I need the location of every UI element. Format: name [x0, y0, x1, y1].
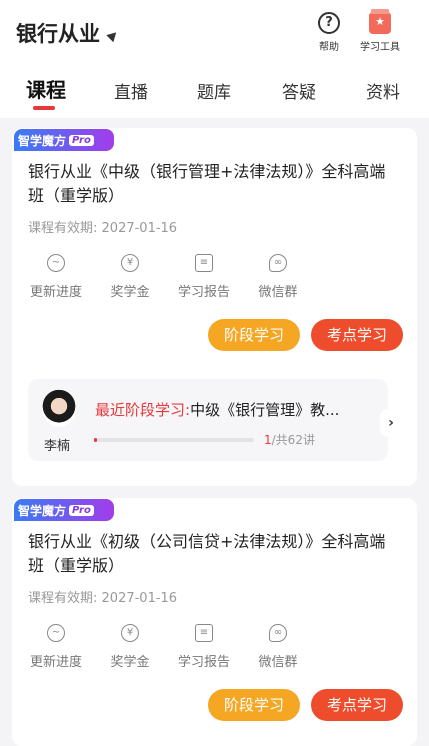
tab-question-bank[interactable]: 题库 — [197, 78, 231, 103]
zhixue-pro-badge: 智学魔方 Pro — [14, 129, 114, 151]
active-tab-indicator — [33, 106, 55, 110]
yen-icon: ¥ — [121, 254, 139, 272]
pro-tag: Pro — [69, 134, 94, 146]
validity-label: 课程有效期: — [28, 591, 98, 606]
wechat-icon: ∞ — [269, 624, 287, 642]
top-bar: 银行从业 ? 帮助 ★ 学习工具 — [0, 0, 429, 66]
teacher-name: 李楠 — [44, 439, 71, 454]
validity-date: 2027-01-16 — [101, 591, 178, 606]
action-label: 微信群 — [258, 285, 298, 300]
study-tools-button[interactable]: ★ 学习工具 — [360, 9, 400, 53]
tab-qa[interactable]: 答疑 — [282, 78, 316, 103]
course-validity: 课程有效期: 2027-01-16 — [28, 587, 177, 606]
study-report-button[interactable]: ≡ 学习报告 — [174, 254, 234, 300]
recent-prefix: 最近阶段学习: — [95, 401, 191, 419]
exam-point-study-button[interactable]: 考点学习 — [311, 319, 403, 351]
action-label: 更新进度 — [29, 285, 82, 300]
teacher-avatar — [42, 389, 76, 427]
update-progress-button[interactable]: ~ 更新进度 — [26, 254, 86, 300]
recent-study-panel[interactable]: 李楠 最近阶段学习:中级《银行管理》教... 1/共62讲 — [28, 379, 388, 461]
tab-bar: 课程 直播 题库 答疑 资料 — [0, 66, 429, 118]
chevron-right-icon[interactable]: › — [380, 409, 402, 437]
action-label: 奖学金 — [110, 655, 150, 670]
star-glyph: ★ — [375, 15, 385, 28]
tab-live[interactable]: 直播 — [114, 78, 148, 103]
progress-total: /共62讲 — [271, 433, 315, 447]
scholarship-button[interactable]: ¥ 奖学金 — [100, 254, 160, 300]
toolbox-icon: ★ — [369, 9, 391, 34]
wechat-group-button[interactable]: ∞ 微信群 — [248, 624, 308, 670]
action-label: 微信群 — [258, 655, 298, 670]
wechat-icon: ∞ — [269, 254, 287, 272]
tab-materials[interactable]: 资料 — [366, 78, 400, 103]
help-label: 帮助 — [319, 42, 339, 53]
help-button[interactable]: ? 帮助 — [318, 12, 340, 53]
caret-down-icon — [106, 28, 120, 42]
page-title: 银行从业 — [16, 22, 100, 46]
report-icon: ≡ — [195, 624, 213, 642]
scholarship-button[interactable]: ¥ 奖学金 — [100, 624, 160, 670]
pro-tag: Pro — [69, 504, 94, 516]
stage-study-button[interactable]: 阶段学习 — [208, 319, 300, 351]
badge-label: 智学魔方 — [18, 133, 67, 148]
update-progress-button[interactable]: ~ 更新进度 — [26, 624, 86, 670]
action-label: 奖学金 — [110, 285, 150, 300]
study-tools-label: 学习工具 — [360, 42, 400, 53]
study-report-button[interactable]: ≡ 学习报告 — [174, 624, 234, 670]
progress-fill — [94, 438, 98, 442]
question-icon: ? — [318, 12, 340, 34]
recent-lesson-title: 中级《银行管理》教... — [190, 401, 340, 419]
report-icon: ≡ — [195, 254, 213, 272]
exam-point-study-button[interactable]: 考点学习 — [311, 689, 403, 721]
yen-icon: ¥ — [121, 624, 139, 642]
course-title[interactable]: 银行从业《初级（公司信贷+法律法规）》全科高端班（重学版） — [28, 530, 398, 578]
progress-count: 1/共62讲 — [264, 431, 315, 448]
wechat-group-button[interactable]: ∞ 微信群 — [248, 254, 308, 300]
progress-current: 1 — [264, 433, 272, 447]
course-title[interactable]: 银行从业《中级（银行管理+法律法规）》全科高端班（重学版） — [28, 160, 398, 208]
course-card[interactable]: 智学魔方 Pro 银行从业《初级（公司信贷+法律法规）》全科高端班（重学版） 课… — [12, 498, 417, 746]
validity-date: 2027-01-16 — [101, 221, 178, 236]
badge-label: 智学魔方 — [18, 503, 67, 518]
course-validity: 课程有效期: 2027-01-16 — [28, 217, 177, 236]
zhixue-pro-badge: 智学魔方 Pro — [14, 499, 114, 521]
action-label: 学习报告 — [177, 285, 230, 300]
tab-courses[interactable]: 课程 — [26, 74, 66, 103]
trend-icon: ~ — [47, 624, 65, 642]
progress-bar — [94, 438, 254, 442]
validity-label: 课程有效期: — [28, 221, 98, 236]
action-label: 更新进度 — [29, 655, 82, 670]
recent-lesson: 最近阶段学习:中级《银行管理》教... — [95, 399, 339, 420]
exam-selector[interactable]: 银行从业 — [16, 18, 120, 48]
action-label: 学习报告 — [177, 655, 230, 670]
trend-icon: ~ — [47, 254, 65, 272]
stage-study-button[interactable]: 阶段学习 — [208, 689, 300, 721]
